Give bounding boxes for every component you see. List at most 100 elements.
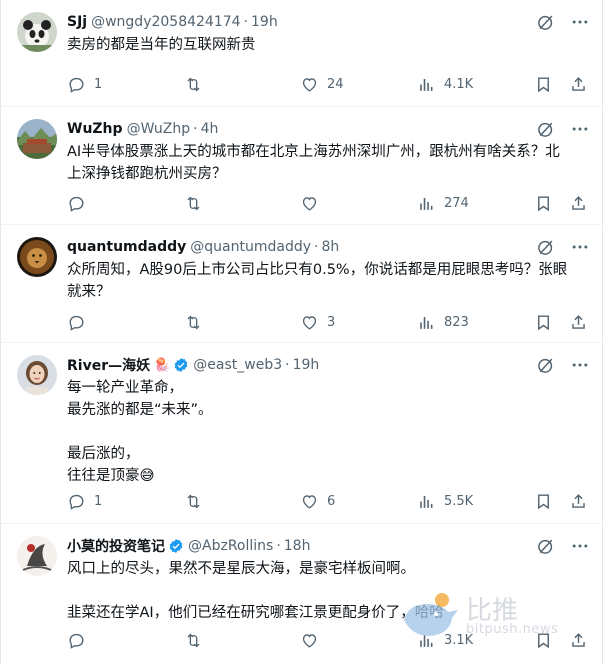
views-button[interactable]: 823 xyxy=(417,310,469,334)
user-handle[interactable]: @quantumdaddy xyxy=(190,239,311,255)
like-button[interactable]: 24 xyxy=(300,72,344,96)
share-button[interactable] xyxy=(569,310,588,334)
tweet-text: 每一轮产业革命， 最先涨的都是“未来”。 最后涨的， 往往是顶豪😅 xyxy=(67,377,585,487)
timestamp[interactable]: 4h xyxy=(201,121,219,137)
like-button[interactable] xyxy=(300,191,327,215)
grok-icon[interactable] xyxy=(536,536,556,556)
share-button[interactable] xyxy=(569,191,588,215)
display-name[interactable]: 小莫的投资笔记 xyxy=(67,536,165,556)
tweet-text-line: 最后涨的， xyxy=(67,446,140,462)
user-handle[interactable]: @WuZhp xyxy=(127,121,191,137)
views-button[interactable]: 3.1K xyxy=(417,628,473,652)
avatar[interactable] xyxy=(17,12,57,52)
tweet-text: 众所周知，A股90后上市公司占比只有0.5%，你说话都是用屁眼思考吗？张眼 就来… xyxy=(67,259,585,303)
user-handle[interactable]: @wngdy2058424174 xyxy=(91,14,240,30)
avatar-landscape-icon xyxy=(17,119,57,159)
bookmark-button[interactable] xyxy=(534,191,553,215)
like-button[interactable]: 6 xyxy=(300,489,335,513)
like-count: 3 xyxy=(327,314,336,330)
more-options-icon[interactable] xyxy=(570,237,590,257)
like-count: 24 xyxy=(327,76,344,92)
share-icon xyxy=(572,195,585,210)
timestamp[interactable]: 8h xyxy=(322,239,340,255)
bookmark-icon xyxy=(538,76,549,92)
dot-separator: · xyxy=(276,538,281,554)
tweet[interactable]: WuZhp @WuZhp · 4h AI半导体股票涨上天的城市都在北京上海苏州深… xyxy=(1,107,603,225)
dot-separator: · xyxy=(193,121,198,137)
tweet[interactable]: SJj @wngdy2058424174 · 19h 卖房的都是当年的互联网新贵… xyxy=(1,0,603,107)
share-icon xyxy=(572,314,585,329)
views-button[interactable]: 274 xyxy=(417,191,469,215)
bookmark-button[interactable] xyxy=(534,72,553,96)
tweet-text-line: 往往是顶豪😅 xyxy=(67,468,155,484)
share-icon xyxy=(572,493,585,508)
tweet-header: SJj @wngdy2058424174 · 19h xyxy=(67,12,278,32)
retweet-button[interactable] xyxy=(184,628,211,652)
bookmark-button[interactable] xyxy=(534,489,553,513)
display-name[interactable]: SJj xyxy=(67,14,87,30)
share-button[interactable] xyxy=(569,489,588,513)
avatar-panda-icon xyxy=(17,12,57,52)
avatar[interactable] xyxy=(17,355,57,395)
share-button[interactable] xyxy=(569,72,588,96)
avatar[interactable] xyxy=(17,237,57,277)
tweet-text-line: AI半导体股票涨上天的城市都在北京上海苏州深圳广州，跟杭州有啥关系？北 xyxy=(67,144,560,160)
verified-badge-icon[interactable] xyxy=(173,357,189,373)
verified-badge-icon[interactable] xyxy=(168,538,184,554)
retweet-button[interactable] xyxy=(184,191,211,215)
reply-button[interactable]: 1 xyxy=(67,72,102,96)
heart-icon xyxy=(302,633,317,648)
like-count: 6 xyxy=(327,493,336,509)
timestamp[interactable]: 19h xyxy=(293,357,320,373)
reply-button[interactable] xyxy=(67,310,94,334)
tweet-header: 小莫的投资笔记 @AbzRollins · 18h xyxy=(67,536,310,556)
analytics-icon xyxy=(420,495,433,508)
share-button[interactable] xyxy=(569,628,588,652)
bookmark-icon xyxy=(538,632,549,648)
more-options-icon[interactable] xyxy=(570,536,590,556)
action-bar: 3 823 xyxy=(67,310,592,334)
user-handle[interactable]: @AbzRollins xyxy=(188,538,273,554)
reply-button[interactable] xyxy=(67,191,94,215)
retweet-button[interactable] xyxy=(184,310,211,334)
timeline: SJj @wngdy2058424174 · 19h 卖房的都是当年的互联网新贵… xyxy=(0,0,603,664)
display-name[interactable]: quantumdaddy xyxy=(67,239,186,255)
more-options-icon[interactable] xyxy=(570,119,590,139)
display-name[interactable]: WuZhp xyxy=(67,121,123,137)
retweet-icon xyxy=(187,494,200,508)
avatar-portrait-icon xyxy=(17,355,57,395)
display-name[interactable]: River—海妖 xyxy=(67,355,150,375)
grok-icon[interactable] xyxy=(536,12,556,32)
retweet-button[interactable] xyxy=(184,489,211,513)
tweet[interactable]: quantumdaddy @quantumdaddy · 8h 众所周知，A股9… xyxy=(1,225,603,343)
bookmark-button[interactable] xyxy=(534,310,553,334)
dot-separator: · xyxy=(243,14,249,30)
like-button[interactable]: 3 xyxy=(300,310,335,334)
reply-button[interactable] xyxy=(67,628,94,652)
reply-button[interactable]: 1 xyxy=(67,489,102,513)
retweet-button[interactable] xyxy=(184,72,211,96)
more-options-icon[interactable] xyxy=(570,355,590,375)
timestamp[interactable]: 18h xyxy=(284,538,311,554)
tweet[interactable]: 小莫的投资笔记 @AbzRollins · 18h 风口上的尽头，果然不是星辰大… xyxy=(1,524,603,664)
user-handle[interactable]: @east_web3 xyxy=(193,357,282,373)
avatar[interactable] xyxy=(17,536,57,576)
tweet[interactable]: River—海妖 🪼 @east_web3 · 19h 每一轮产业革命， 最先涨… xyxy=(1,343,603,524)
share-icon xyxy=(572,76,585,91)
timestamp[interactable]: 19h xyxy=(251,14,278,30)
avatar[interactable] xyxy=(17,119,57,159)
tweet-header: WuZhp @WuZhp · 4h xyxy=(67,119,218,139)
heart-icon xyxy=(302,77,317,92)
views-button[interactable]: 5.5K xyxy=(417,489,473,513)
grok-icon[interactable] xyxy=(536,355,556,375)
reply-count: 1 xyxy=(94,493,103,509)
more-options-icon[interactable] xyxy=(570,12,590,32)
view-count: 3.1K xyxy=(444,632,474,648)
like-button[interactable] xyxy=(300,628,327,652)
bookmark-button[interactable] xyxy=(534,628,553,652)
retweet-icon xyxy=(187,315,200,329)
views-button[interactable]: 4.1K xyxy=(417,72,473,96)
grok-icon[interactable] xyxy=(536,119,556,139)
grok-icon[interactable] xyxy=(536,237,556,257)
avatar-lion-icon xyxy=(17,237,57,277)
